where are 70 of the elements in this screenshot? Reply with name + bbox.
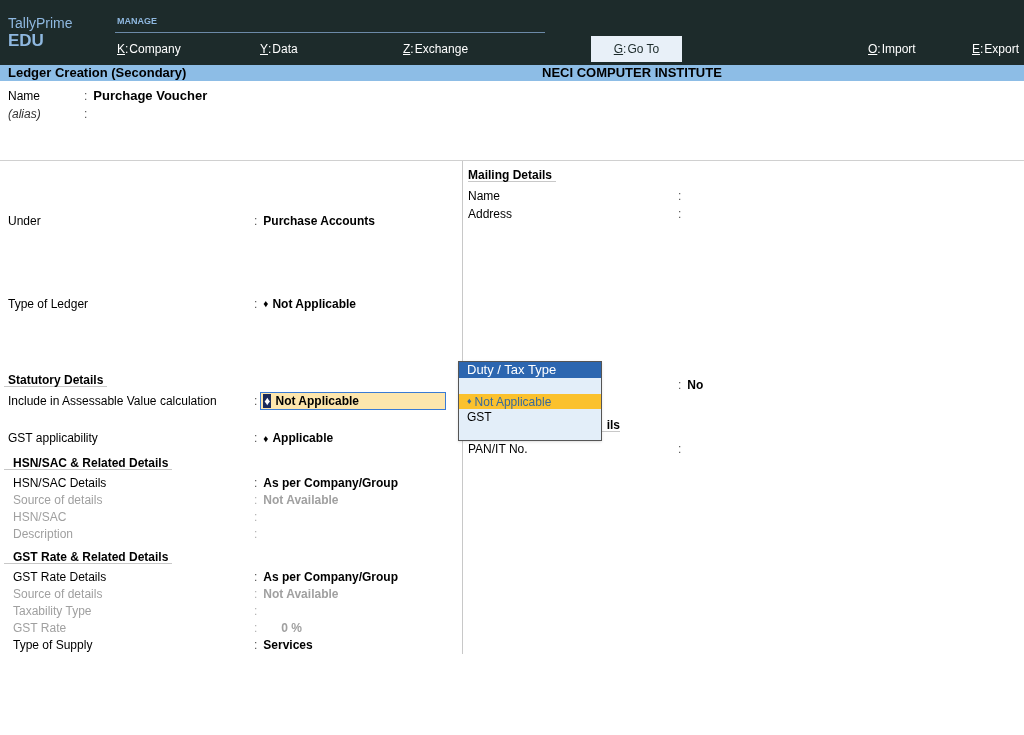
field-value: Not Available [263, 585, 339, 603]
field-label: GST applicability [7, 430, 99, 447]
field-label: Taxability Type [12, 602, 93, 620]
field-label: GST Rate Details [12, 568, 108, 586]
company-name: NECI COMPUTER INSTITUTE [542, 64, 722, 83]
menu-item[interactable]: Y:Data [258, 36, 401, 62]
product-name: TallyPrime [8, 15, 74, 31]
field-value: As per Company/Group [263, 568, 399, 586]
menu-group-label: MANAGE [115, 14, 545, 33]
colon: : [84, 88, 88, 105]
field-label: Type of Supply [12, 636, 94, 654]
field-label: Type of Ledger [7, 295, 90, 313]
bullet: ♦ [263, 431, 269, 446]
colon: : [254, 430, 258, 447]
screen-title: Ledger Creation (Secondary) [7, 64, 188, 83]
colon: : [678, 377, 682, 394]
colon: : [254, 636, 258, 654]
colon: : [254, 491, 258, 509]
colon: : [254, 619, 258, 637]
field-label: PAN/IT No. [468, 441, 529, 458]
field-value: No [687, 377, 704, 394]
colon: : [254, 568, 258, 586]
colon: : [678, 188, 682, 205]
menu-item[interactable]: G:Go To [591, 36, 682, 62]
cursor-bullet: ♦ [263, 394, 272, 408]
field-value: Not Available [263, 491, 339, 509]
colon: : [678, 441, 682, 458]
field-value: Purchage Voucher [93, 87, 208, 106]
colon: : [678, 206, 682, 223]
colon: : [254, 602, 258, 620]
field-label: (alias) [7, 106, 42, 123]
menu-item[interactable]: E:Export [970, 36, 1024, 62]
colon: : [254, 585, 258, 603]
field-value: Applicable [272, 430, 334, 447]
menu-item[interactable]: O:Import [866, 36, 970, 62]
field-label: Name [468, 188, 501, 205]
field-label: Include in Assessable Value calculation [7, 393, 218, 410]
colon: : [254, 508, 258, 526]
popup-option[interactable]: ♦ Not Applicable [459, 394, 601, 409]
field-label: Description [12, 525, 75, 543]
field-value: Not Applicable [275, 393, 360, 410]
value-field[interactable]: ♦ Not Applicable [260, 392, 447, 410]
field-label: Source of details [12, 585, 104, 603]
colon: : [84, 106, 88, 123]
popup-title: Duty / Tax Type [459, 362, 601, 378]
bullet: ♦ [263, 297, 269, 311]
field-label: GST Rate [12, 619, 68, 637]
product-edition: EDU [8, 31, 45, 51]
field-label: HSN/SAC [12, 508, 68, 526]
field-value: 0 % [280, 619, 303, 637]
field-value: Services [263, 636, 313, 654]
menu-item[interactable]: Z:Exchange [401, 36, 591, 62]
section-heading: HSN/SAC & Related Details [4, 454, 173, 470]
field-label: Under [7, 212, 42, 230]
section-heading: Statutory Details [4, 371, 108, 387]
field-label: Address [468, 206, 514, 223]
field-value: Purchase Accounts [263, 212, 375, 230]
menu-item[interactable]: K:Company [115, 36, 258, 62]
field-value: Not Applicable [272, 295, 356, 313]
section-heading: GST Rate & Related Details [4, 548, 173, 564]
colon: : [254, 393, 258, 410]
colon: : [254, 212, 258, 230]
section-heading: Mailing Details [468, 166, 557, 182]
colon: : [254, 474, 258, 492]
colon: : [254, 525, 258, 543]
field-label: Name [7, 88, 41, 105]
field-value: As per Company/Group [263, 474, 399, 492]
field-label: HSN/SAC Details [12, 474, 108, 492]
colon: : [254, 295, 258, 313]
field-label: Source of details [12, 491, 104, 509]
